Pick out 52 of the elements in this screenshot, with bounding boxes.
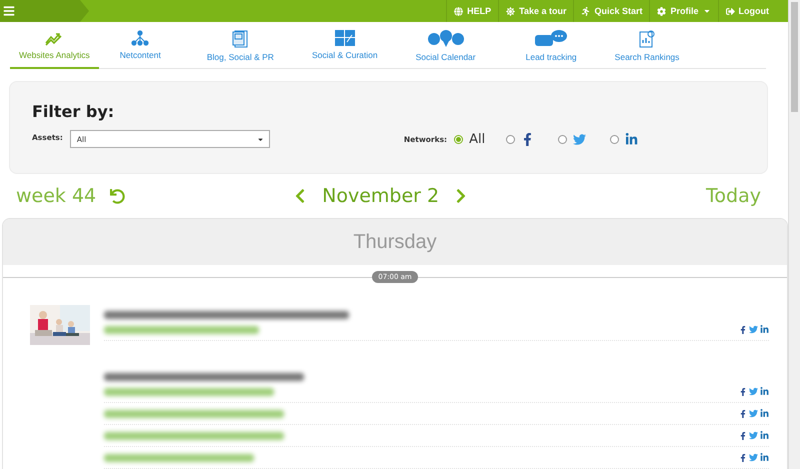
- tab-icon: [45, 30, 64, 46]
- facebook-icon[interactable]: [739, 432, 747, 440]
- tab-icon: [131, 30, 150, 46]
- tab-icon: [426, 30, 465, 48]
- today-button[interactable]: Today: [706, 185, 761, 207]
- nav-tab[interactable]: Blog, Social & PR: [198, 30, 283, 69]
- topbar-link[interactable]: Logout: [718, 0, 776, 22]
- linkedin-icon: [625, 132, 638, 146]
- radio-button[interactable]: [610, 134, 620, 144]
- nav-tab[interactable]: Search Rankings: [606, 30, 688, 69]
- filter-title: Filter by:: [32, 102, 116, 121]
- topbar-link[interactable]: Profile: [649, 0, 718, 22]
- topbar-link[interactable]: HELP: [446, 0, 498, 22]
- caret-icon: [702, 7, 710, 15]
- gear-icon: [657, 6, 666, 16]
- week-label: week 44: [16, 185, 96, 207]
- topbar-link[interactable]: Take a tour: [498, 0, 574, 22]
- caret-icon: [256, 136, 264, 142]
- globe-icon: [454, 6, 464, 16]
- facebook-icon[interactable]: [739, 454, 747, 462]
- menu-icon[interactable]: [0, 0, 17, 22]
- linkedin-icon[interactable]: [760, 387, 769, 396]
- runner-icon: [581, 6, 590, 16]
- topbar-link[interactable]: Quick Start: [573, 0, 650, 22]
- nav-tab[interactable]: Social & Curation: [302, 30, 387, 69]
- radio-label: All: [469, 132, 486, 146]
- facebook-icon[interactable]: [739, 326, 747, 334]
- banner-arrow-icon: [17, 0, 89, 22]
- tab-icon: [232, 30, 248, 48]
- scrollbar[interactable]: [788, 0, 800, 469]
- logout-icon: [726, 6, 734, 16]
- tab-icon: [639, 30, 656, 48]
- radio-button[interactable]: [558, 134, 568, 144]
- nav-tab[interactable]: Lead tracking: [516, 30, 586, 69]
- day-header: Thursday: [3, 219, 787, 266]
- date-label: November 2: [322, 185, 440, 207]
- back-icon[interactable]: [110, 188, 126, 204]
- nav-tab[interactable]: Social Calendar: [406, 30, 485, 69]
- tab-icon: [535, 30, 568, 48]
- linkedin-icon[interactable]: [760, 325, 769, 334]
- nav-tab[interactable]: Netcontent: [110, 30, 170, 69]
- nav-tab[interactable]: Websites Analytics: [10, 30, 99, 69]
- radio-button[interactable]: [506, 134, 516, 144]
- linkedin-icon[interactable]: [760, 409, 769, 418]
- twitter-icon: [573, 132, 586, 146]
- sun-icon: [506, 6, 516, 16]
- facebook-icon[interactable]: [739, 388, 747, 396]
- linkedin-icon[interactable]: [760, 453, 769, 462]
- tab-icon: [334, 30, 355, 46]
- facebook-icon[interactable]: [739, 410, 747, 418]
- radio-button[interactable]: [454, 134, 464, 144]
- linkedin-icon[interactable]: [760, 431, 769, 440]
